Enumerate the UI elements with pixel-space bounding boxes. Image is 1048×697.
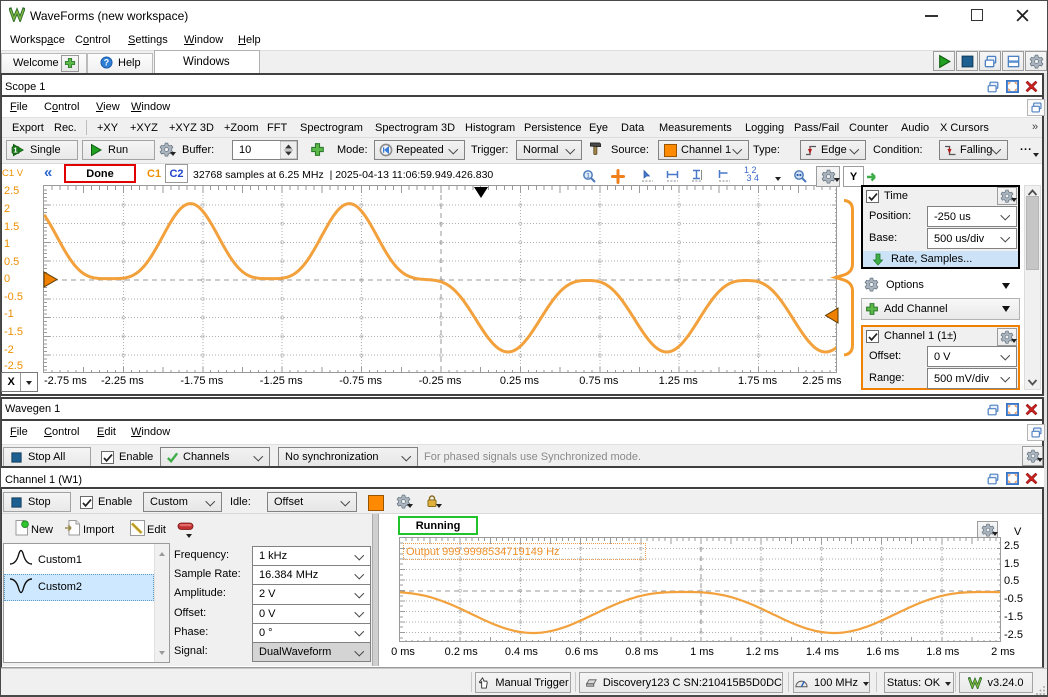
svg-text:1: 1 — [13, 146, 17, 155]
svg-text:1: 1 — [586, 173, 590, 180]
